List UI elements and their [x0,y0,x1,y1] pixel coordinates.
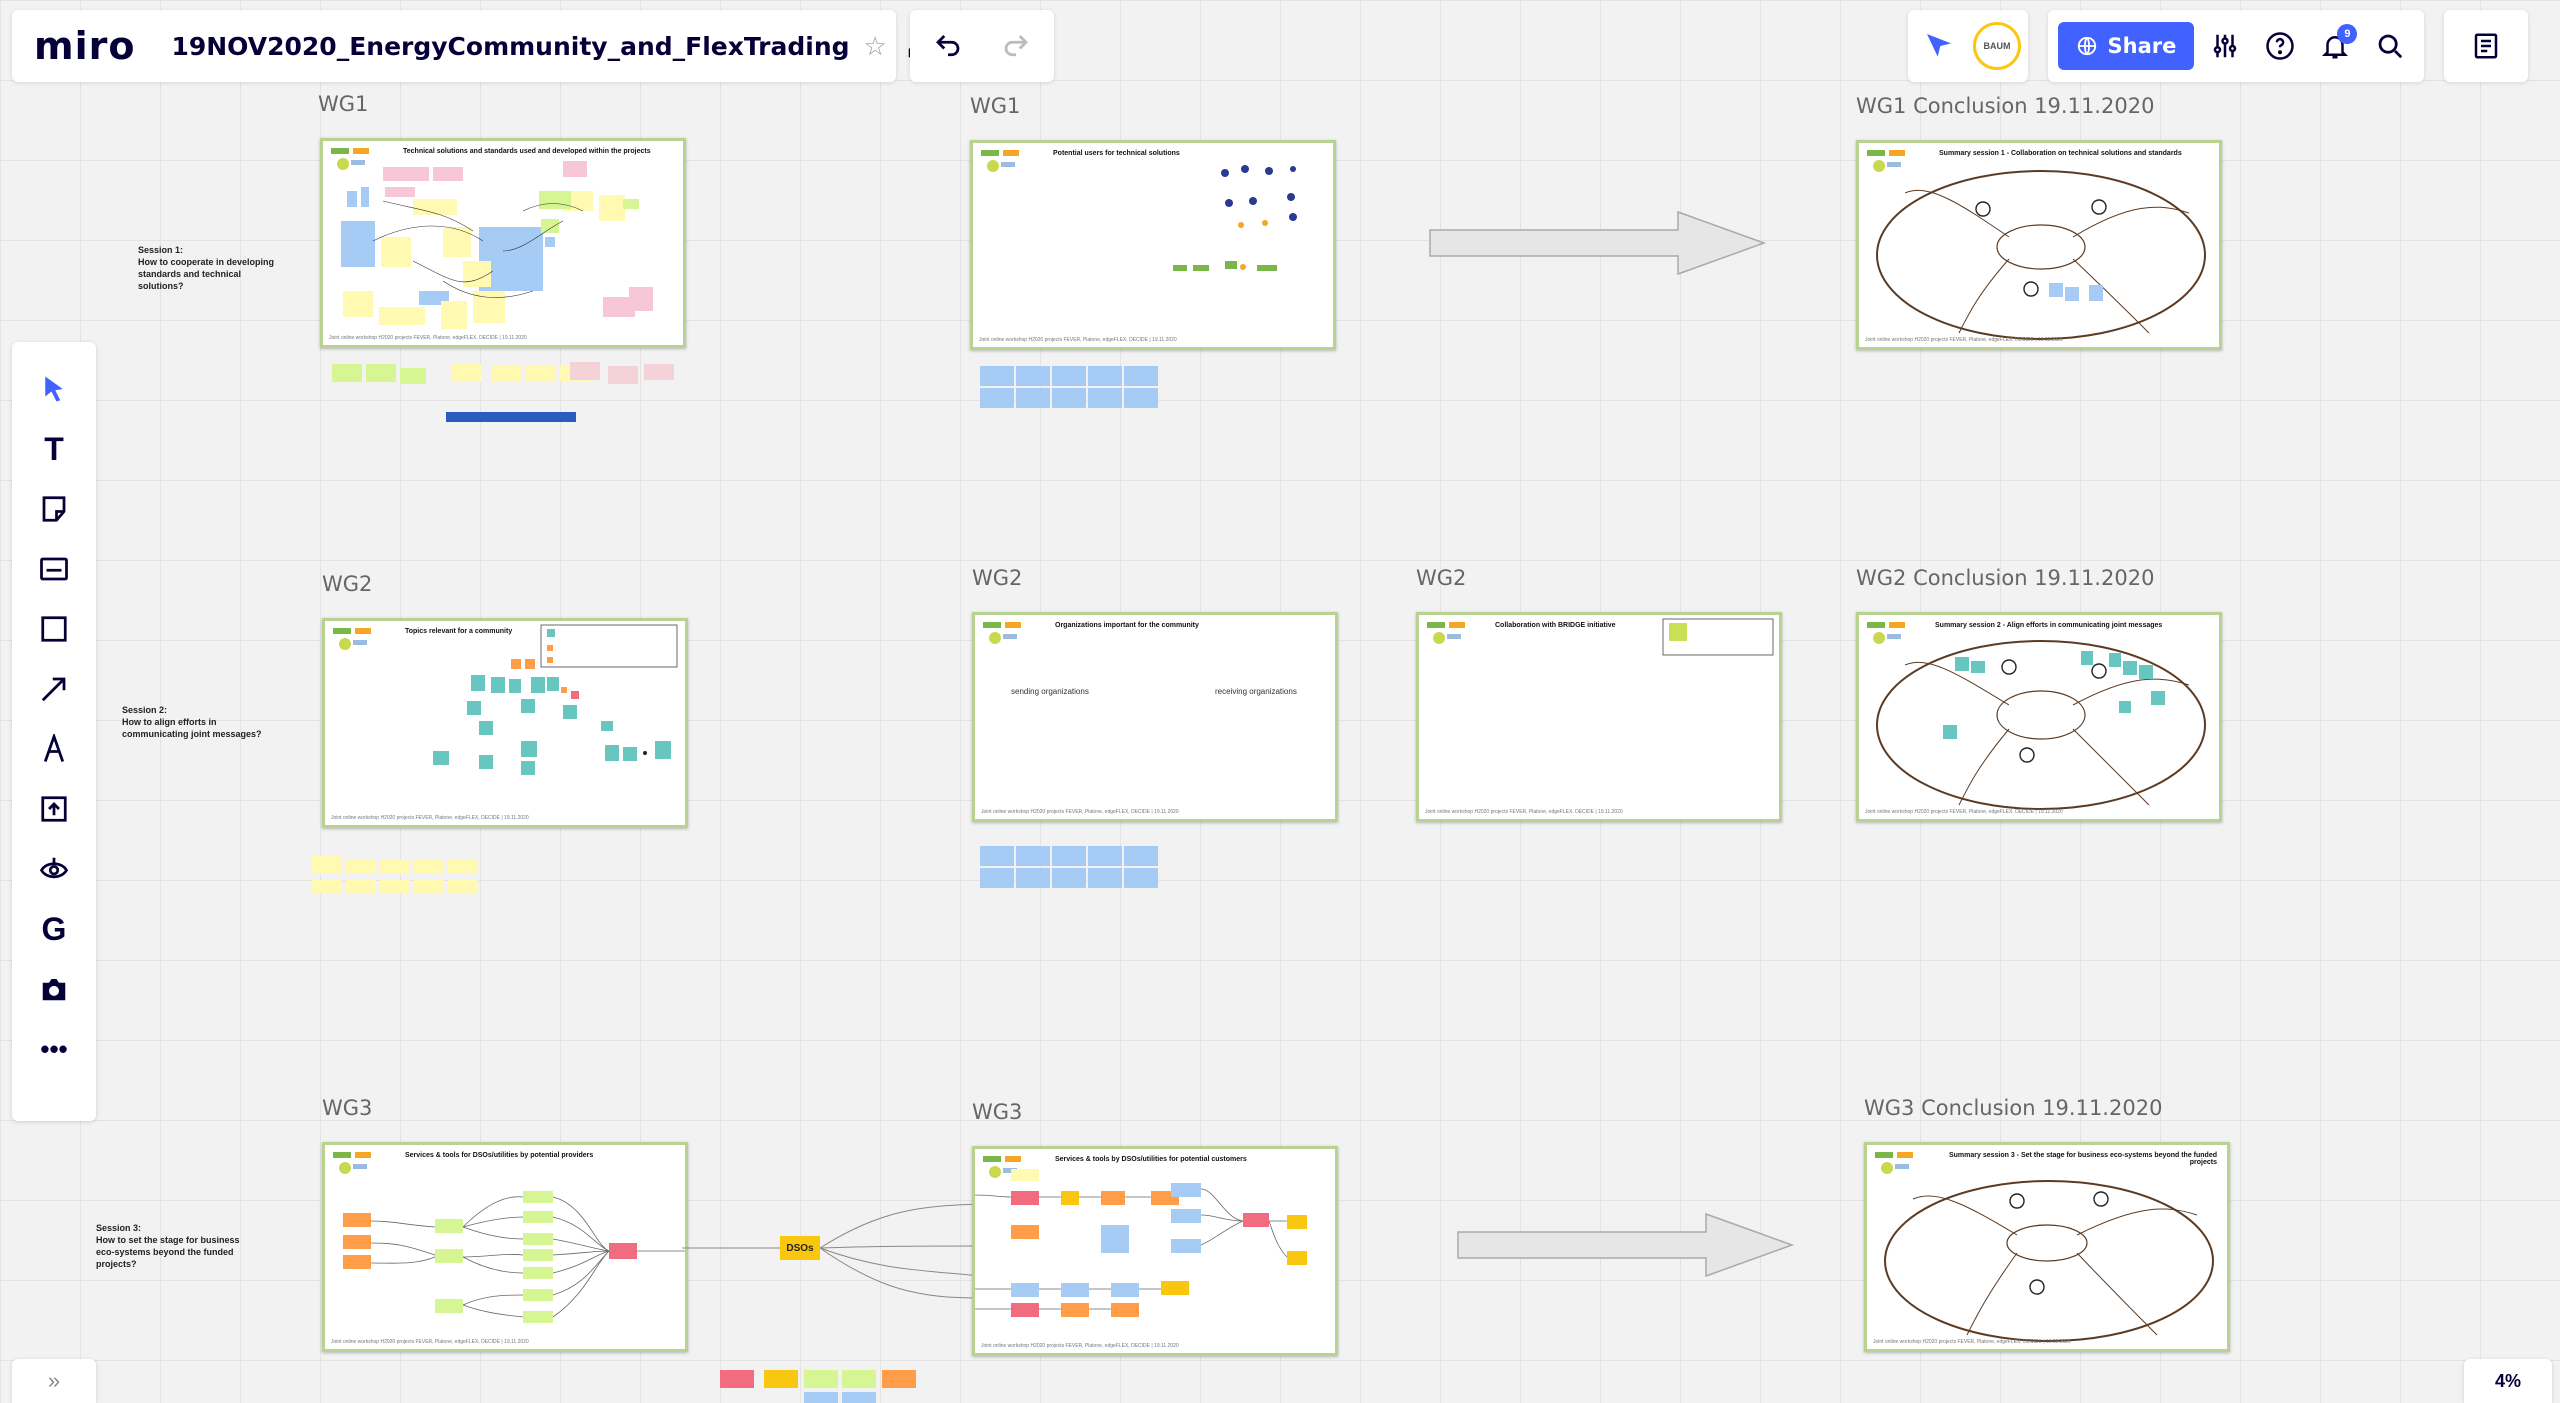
frame-summary-session-3[interactable]: Summary session 3 - Set the stage for bu… [1864,1142,2230,1352]
frame-footer: Joint online workshop H2020 projects FEV… [331,815,529,821]
label-wg1-a: WG1 [318,92,369,116]
upload-icon[interactable] [31,786,77,832]
notifications-bell-icon[interactable]: 9 [2311,22,2359,70]
label-wg2-d: WG2 Conclusion 19.11.2020 [1856,566,2155,590]
topic-stickies [433,624,678,775]
arrow-shape[interactable] [1456,1212,1796,1278]
undo-redo-panel [910,10,1054,82]
label-wg2-c: WG2 [1416,566,1467,590]
sticky-row-wg2-a[interactable] [310,854,490,904]
card-icon[interactable] [31,546,77,592]
frame-services-customers[interactable]: Services & tools by DSOs/utilities for p… [972,1146,1338,1356]
miro-logo[interactable]: miro [34,24,135,68]
bridge-note [1662,618,1774,656]
user-icons [1173,165,1297,271]
arrow-icon[interactable] [31,666,77,712]
summary-diagram [1876,640,2206,810]
frame-bridge-collaboration[interactable]: Collaboration with BRIDGE initiative Joi… [1416,612,1782,822]
cursor-icon[interactable] [31,366,77,412]
frame-footer: Joint online workshop H2020 projects FEV… [1865,809,2063,815]
label-wg1-b: WG1 [970,94,1021,118]
frame-organizations[interactable]: Organizations important for the communit… [972,612,1338,822]
google-icon[interactable]: G [31,906,77,952]
star-icon[interactable]: ☆ [864,31,887,62]
frame-services-providers[interactable]: Services & tools for DSOs/utilities by p… [322,1142,688,1352]
dsos-label: DSOs [786,1242,814,1254]
cursor-follow-icon[interactable] [1915,22,1963,70]
customer-flow [975,1169,1307,1317]
label-wg3-c: WG3 Conclusion 19.11.2020 [1864,1096,2163,1120]
frame-topics-community[interactable]: Topics relevant for a community Joint on… [322,618,688,828]
zoom-level[interactable]: 4% [2464,1359,2552,1403]
label-wg3-a: WG3 [322,1096,373,1120]
frame-footer: Joint online workshop H2020 projects FEV… [981,1343,1179,1349]
arrow-shape[interactable] [1428,210,1768,276]
sticky-note-icon[interactable] [31,486,77,532]
text-icon[interactable]: T [31,426,77,472]
collaboration-panel: BAUM [1908,10,2028,82]
session-2-question[interactable]: Session 2: How to align efforts in commu… [122,704,262,740]
more-icon[interactable]: ••• [31,1026,77,1072]
notes-icon[interactable] [2462,22,2510,70]
avatar-text: BAUM [1983,41,2011,51]
dsos-connector [682,1203,980,1299]
share-button[interactable]: Share [2057,22,2195,70]
settings-sliders-icon[interactable] [2201,22,2249,70]
frame-footer: Joint online workshop H2020 projects FEV… [1425,809,1623,815]
session-1-question[interactable]: Session 1: How to cooperate in developin… [138,244,274,292]
summary-diagram [1876,170,2206,340]
session-3-question[interactable]: Session 3: How to set the stage for busi… [96,1222,240,1270]
frame-footer: Joint online workshop H2020 projects FEV… [1865,337,2063,343]
sticky-row-wg1-a[interactable] [328,360,678,426]
sticky-row-wg2-b[interactable] [978,844,1168,894]
provider-flow [343,1191,685,1323]
board-header: miro 19NOV2020_EnergyCommunity_and_FlexT… [12,10,932,82]
right-actions-panel: Share 9 [2048,10,2424,82]
receiving-organizations-label: receiving organizations [1215,687,1297,696]
notification-badge: 9 [2337,24,2358,44]
board-list-panel [2444,10,2528,82]
expand-panel-button[interactable]: » [12,1359,96,1403]
label-wg2-b: WG2 [972,566,1023,590]
project-logos [983,622,1021,644]
sending-organizations-label: sending organizations [1011,687,1089,696]
eye-icon[interactable] [31,846,77,892]
search-icon[interactable] [2366,22,2414,70]
frame-footer: Joint online workshop H2020 projects FEV… [981,809,1179,815]
share-label: Share [2107,34,2177,58]
frame-summary-session-2[interactable]: Summary session 2 - Align efforts in com… [1856,612,2222,822]
frame-footer: Joint online workshop H2020 projects FEV… [979,337,1177,343]
help-icon[interactable] [2256,22,2304,70]
summary-diagram [1884,1180,2214,1342]
frame-footer: Joint online workshop H2020 projects FEV… [329,335,527,341]
board-title[interactable]: 19NOV2020_EnergyCommunity_and_FlexTradin… [171,32,849,61]
dsos-node[interactable]: DSOs [780,1236,820,1260]
left-toolbar: T G ••• [12,342,96,1121]
double-chevron-right-icon: » [47,1368,61,1393]
frame-potential-users[interactable]: Potential users for technical solutions … [970,140,1336,350]
camera-icon[interactable] [31,966,77,1012]
sticky-cluster [341,161,653,329]
square-icon[interactable] [31,606,77,652]
undo-icon[interactable] [924,22,972,70]
avatar[interactable]: BAUM [1973,22,2021,70]
frame-footer: Joint online workshop H2020 projects FEV… [1873,1339,2071,1345]
frame-technical-solutions[interactable]: Technical solutions and standards used a… [320,138,686,348]
pen-icon[interactable] [31,726,77,772]
sticky-row-wg3[interactable] [716,1366,926,1403]
frame-title: Organizations important for the communit… [1055,622,1199,629]
label-wg3-b: WG3 [972,1100,1023,1124]
redo-icon[interactable] [992,22,1040,70]
frame-summary-session-1[interactable]: Summary session 1 - Collaboration on tec… [1856,140,2222,350]
sticky-row-wg1-b[interactable] [978,364,1168,414]
label-wg2-a: WG2 [322,572,373,596]
label-wg1-c: WG1 Conclusion 19.11.2020 [1856,94,2155,118]
frame-footer: Joint online workshop H2020 projects FEV… [331,1339,529,1345]
